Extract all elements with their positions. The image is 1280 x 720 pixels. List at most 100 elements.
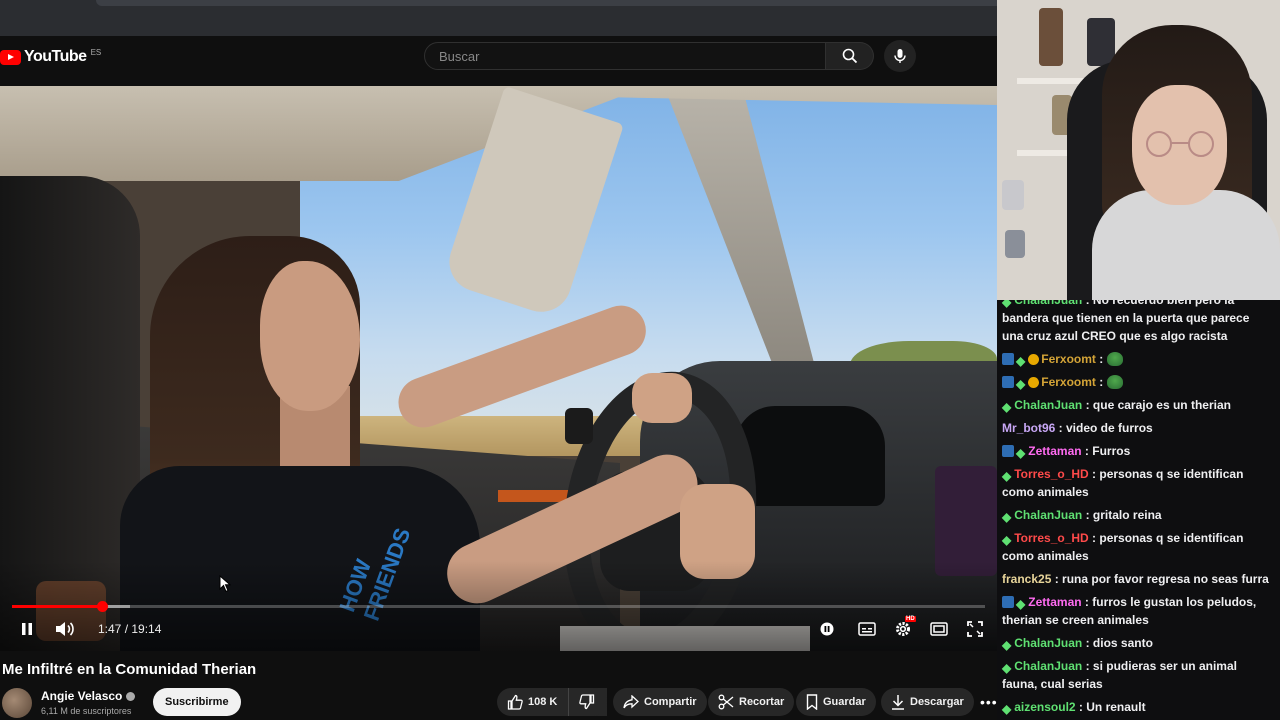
browser-chrome	[0, 0, 997, 36]
frog-emote-icon	[1106, 375, 1123, 389]
chat-message: ◆ ChalanJuan : No recuerdo bien pero la b…	[997, 300, 1280, 345]
mouse-cursor-icon	[219, 574, 232, 598]
dislike-button[interactable]	[568, 688, 607, 716]
download-label: Descargar	[910, 696, 964, 708]
chat-message: ◆ Ferxoomt :	[997, 373, 1280, 391]
share-button[interactable]: Compartir	[613, 688, 707, 716]
chat-username[interactable]: aizensoul2	[1014, 700, 1075, 714]
chat-message: ◆ Zettaman : furros le gustan los peludos…	[997, 593, 1280, 629]
subscriber-badge-icon: ◆	[1002, 300, 1012, 309]
autoplay-toggle[interactable]	[818, 618, 836, 640]
pause-icon	[22, 623, 32, 635]
clip-button[interactable]: Recortar	[708, 688, 795, 716]
youtube-play-icon	[0, 49, 21, 65]
browser-tabstrip	[96, 0, 997, 6]
chat-message: ◆ Torres_o_HD : personas q se identifican…	[997, 465, 1280, 501]
country-code: ES	[90, 47, 102, 57]
chat-text: :	[1095, 375, 1107, 389]
chat-text: : dios santo	[1082, 636, 1153, 650]
channel-name[interactable]: Angie Velasco	[41, 689, 122, 703]
settings-button[interactable]: HD	[893, 616, 916, 640]
progress-bar[interactable]	[12, 601, 985, 612]
more-actions-icon[interactable]: •••	[980, 694, 997, 710]
download-icon	[892, 695, 904, 710]
chat-username[interactable]: ChalanJuan	[1014, 508, 1082, 522]
chat-username[interactable]: Torres_o_HD	[1014, 467, 1088, 481]
chat-message: ◆ Zettaman : Furros	[997, 442, 1280, 460]
chat-username[interactable]: Ferxoomt	[1041, 352, 1096, 366]
search-button[interactable]	[826, 42, 874, 70]
chat-username[interactable]: Torres_o_HD	[1014, 531, 1088, 545]
channel-avatar[interactable]	[2, 688, 32, 718]
video-infotainment-screen	[935, 466, 997, 576]
like-count: 108 K	[528, 696, 558, 708]
chat-username[interactable]: ChalanJuan	[1014, 659, 1082, 673]
chat-text: : Furros	[1081, 444, 1131, 458]
chat-text: : video de furros	[1055, 421, 1153, 435]
youtube-window: YouTube ES Buscar 1:47 / 19:14 HD Me Inf…	[0, 0, 997, 720]
subscriber-badge-icon: ◆	[1016, 354, 1026, 368]
subscriber-badge-icon: ◆	[1002, 661, 1012, 675]
clip-label: Recortar	[739, 696, 785, 708]
chat-username[interactable]: franck25	[1002, 572, 1051, 586]
share-icon	[623, 695, 639, 709]
gear-icon	[896, 622, 910, 636]
youtube-logo[interactable]: YouTube ES	[0, 48, 101, 66]
youtube-header: YouTube ES	[0, 36, 997, 84]
video-title: Me Infiltré en la Comunidad Therian	[2, 661, 257, 678]
subscriber-badge-icon: ◆	[1016, 377, 1026, 391]
glasses-icon	[1146, 131, 1214, 157]
autoplay-icon	[820, 622, 834, 636]
channel-row: Angie Velasco 6,11 M de suscriptores Sus…	[0, 686, 997, 720]
streamer-webcam	[997, 0, 1280, 300]
search-input[interactable]	[424, 42, 826, 70]
chat-message-list: ◆ ChalanJuan : No recuerdo bien pero la b…	[997, 300, 1280, 720]
channel-name-wrap[interactable]: Angie Velasco	[41, 689, 136, 703]
fullscreen-icon	[967, 621, 983, 637]
miniplayer-icon	[930, 622, 948, 636]
subscribe-button[interactable]: Suscribirme	[153, 688, 241, 716]
subscriber-badge-icon: ◆	[1002, 510, 1012, 524]
subscriber-badge-icon: ◆	[1002, 702, 1012, 716]
webcam-figure-4	[1002, 180, 1024, 210]
chat-username[interactable]: Zettaman	[1028, 444, 1081, 458]
save-button[interactable]: Guardar	[796, 688, 876, 716]
chat-username[interactable]: ChalanJuan	[1014, 398, 1082, 412]
microphone-icon	[894, 49, 906, 63]
subscriber-count: 6,11 M de suscriptores	[41, 706, 132, 716]
youtube-logo-text: YouTube	[24, 48, 87, 65]
bookmark-icon	[806, 694, 818, 710]
miniplayer-button[interactable]	[929, 618, 949, 640]
progress-played	[12, 605, 103, 608]
chat-message: Mr_bot96 : video de furros	[997, 419, 1280, 437]
moderator-badge-icon	[1002, 445, 1014, 457]
chat-text: : gritalo reina	[1082, 508, 1162, 522]
subscriber-badge-icon: ◆	[1002, 469, 1012, 483]
subtitles-icon	[858, 622, 876, 636]
time-display: 1:47 / 19:14	[98, 622, 162, 636]
chat-username[interactable]: ChalanJuan	[1014, 636, 1082, 650]
chat-message: ◆ aizensoul2 : Un renault	[997, 698, 1280, 716]
moderator-badge-icon	[1002, 353, 1014, 365]
chat-username[interactable]: Zettaman	[1028, 595, 1081, 609]
chat-message: ◆ ChalanJuan : dios santo	[997, 634, 1280, 652]
chat-username[interactable]: Ferxoomt	[1041, 375, 1096, 389]
voice-search-button[interactable]	[884, 40, 916, 72]
fullscreen-button[interactable]	[965, 618, 985, 640]
chat-message: ◆ Torres_o_HD : personas q se identifican…	[997, 529, 1280, 565]
stream-screen: YouTube ES Buscar 1:47 / 19:14 HD Me Inf…	[0, 0, 1280, 720]
chat-text: : runa por favor regresa no seas furra	[1051, 572, 1269, 586]
video-player[interactable]: HOW FRIENDS 1:47 / 19:14	[0, 86, 997, 651]
subscriber-badge-icon: ◆	[1016, 597, 1026, 611]
chat-username[interactable]: Mr_bot96	[1002, 421, 1055, 435]
subscriber-badge-icon: ◆	[1002, 400, 1012, 414]
chat-text: : Un renault	[1075, 700, 1146, 714]
download-button[interactable]: Descargar	[881, 688, 974, 716]
video-instrument-cluster	[735, 406, 885, 506]
chat-username[interactable]: ChalanJuan	[1014, 300, 1082, 307]
subtitles-button[interactable]	[857, 618, 877, 640]
volume-button[interactable]	[54, 618, 76, 640]
subscriber-badge-icon: ◆	[1002, 533, 1012, 547]
pause-button[interactable]	[18, 618, 36, 640]
webcam-streamer-hoodie	[1092, 190, 1280, 300]
